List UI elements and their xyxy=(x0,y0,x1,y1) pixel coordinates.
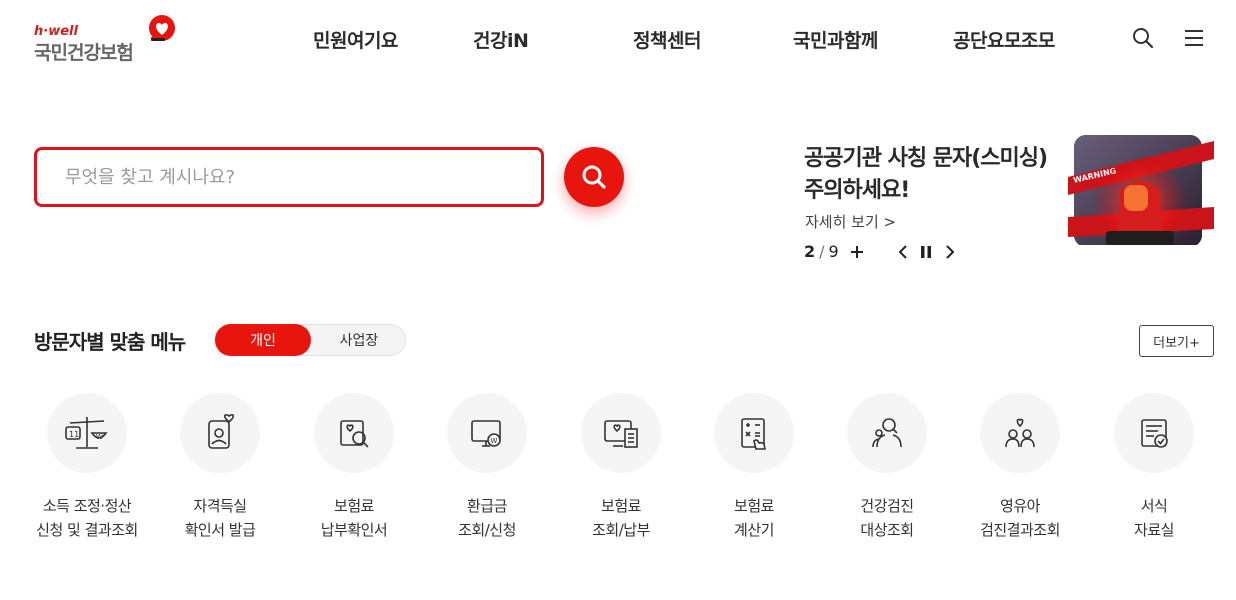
menu-icon[interactable] xyxy=(1182,26,1206,50)
visitor-menu-title: 방문자별 맞춤 메뉴 xyxy=(34,330,186,354)
calculator-icon xyxy=(741,418,766,450)
menu-label: 건강검진 대상조회 xyxy=(820,494,954,542)
main-navigation: 민원여기요 건강iN 정책센터 국민과함께 공단요모조모 xyxy=(0,26,1236,56)
menu-label-line1: 자격득실 xyxy=(193,497,247,515)
scale-icon: 11 W xyxy=(65,417,108,449)
menu-label-line1: 영유아 xyxy=(1000,497,1040,515)
children-icon xyxy=(1005,418,1035,448)
menu-icon-circle xyxy=(314,393,394,473)
nav-item-with-citizens[interactable]: 국민과함께 xyxy=(793,26,878,53)
toggle-individual[interactable]: 개인 xyxy=(215,324,311,356)
menu-label-line1: 보험료 xyxy=(601,497,641,515)
menu-label-line2: 확인서 발급 xyxy=(184,521,256,539)
svg-text:W: W xyxy=(491,437,498,445)
menu-icon-circle xyxy=(1114,393,1194,473)
search-button-icon xyxy=(582,165,606,189)
chevron-right-icon xyxy=(946,245,955,259)
pause-icon xyxy=(921,246,931,258)
nav-item-health-in[interactable]: 건강iN xyxy=(473,26,529,53)
menu-item-qualification-certificate[interactable]: 자격득실 확인서 발급 xyxy=(153,393,287,553)
menu-item-payment-certificate[interactable]: 보험료 납부확인서 xyxy=(287,393,421,553)
menu-icon-circle xyxy=(980,393,1060,473)
search-button[interactable] xyxy=(564,147,624,207)
menu-icon-circle xyxy=(714,393,794,473)
banner-expand-button[interactable] xyxy=(846,240,868,264)
nav-item-civil-service[interactable]: 민원여기요 xyxy=(313,26,398,53)
svg-text:11: 11 xyxy=(69,430,79,439)
menu-label-line2: 신청 및 결과조회 xyxy=(36,521,138,539)
menu-icon-circle xyxy=(847,393,927,473)
menu-icon-circle: W xyxy=(447,393,527,473)
svg-text:W: W xyxy=(96,433,103,441)
menu-label: 자격득실 확인서 발급 xyxy=(153,494,287,542)
menu-label-line1: 보험료 xyxy=(734,497,774,515)
menu-label: 영유아 검진결과조회 xyxy=(953,494,1087,542)
menu-label-line2: 조회/납부 xyxy=(592,521,650,539)
visitor-type-toggle: 개인 사업장 xyxy=(214,324,406,356)
document-search-icon xyxy=(340,420,369,448)
menu-label: 보험료 납부확인서 xyxy=(287,494,421,542)
menu-label-line1: 소득 조정·정산 xyxy=(42,497,132,515)
menu-item-health-checkup[interactable]: 건강검진 대상조회 xyxy=(820,393,954,553)
menu-label: 보험료 계산기 xyxy=(687,494,821,542)
banner-counter: 2/9 xyxy=(804,242,839,261)
person-search-icon xyxy=(872,418,902,448)
warning-siren-image: WARNING xyxy=(1068,135,1214,245)
menu-icon-circle xyxy=(180,393,260,473)
banner-more-link[interactable]: 자세히 보기 > xyxy=(805,211,896,232)
banner-pause-button[interactable] xyxy=(915,240,937,264)
menu-label-line1: 보험료 xyxy=(334,497,374,515)
nav-item-about[interactable]: 공단요모조모 xyxy=(953,26,1055,53)
menu-label: 환급금 조회/신청 xyxy=(420,494,554,542)
search-icon[interactable] xyxy=(1131,26,1155,50)
menu-item-forms-library[interactable]: 서식 자료실 xyxy=(1087,393,1221,553)
banner-title-line1: 공공기관 사칭 문자(스미싱) xyxy=(804,146,1048,171)
menu-item-infant-checkup[interactable]: 영유아 검진결과조회 xyxy=(953,393,1087,553)
chevron-left-icon xyxy=(898,245,907,259)
menu-label-line1: 환급금 xyxy=(467,497,507,515)
menu-item-premium-calculator[interactable]: 보험료 계산기 xyxy=(687,393,821,553)
banner-total: 9 xyxy=(828,242,839,261)
menu-label-line2: 대상조회 xyxy=(860,521,914,539)
menu-label: 보험료 조회/납부 xyxy=(554,494,688,542)
banner-image[interactable]: WARNING xyxy=(1068,133,1214,245)
menu-label: 소득 조정·정산 신청 및 결과조회 xyxy=(20,494,154,542)
nav-item-policy-center[interactable]: 정책센터 xyxy=(633,26,701,53)
toggle-business[interactable]: 사업장 xyxy=(311,325,407,355)
search-input[interactable] xyxy=(37,150,541,204)
more-button[interactable]: 더보기+ xyxy=(1139,325,1214,357)
menu-label-line2: 납부확인서 xyxy=(320,521,388,539)
menu-item-premium-inquiry[interactable]: 보험료 조회/납부 xyxy=(554,393,688,553)
menu-label-line1: 서식 xyxy=(1140,497,1168,515)
menu-label-line1: 건강검진 xyxy=(860,497,914,515)
menu-label-line2: 검진결과조회 xyxy=(980,521,1060,539)
id-card-icon xyxy=(208,414,235,449)
menu-label-line2: 자료실 xyxy=(1134,521,1174,539)
menu-label-line2: 조회/신청 xyxy=(458,521,516,539)
form-check-icon xyxy=(1141,419,1168,448)
banner-counter-separator: / xyxy=(819,242,825,261)
banner-next-button[interactable] xyxy=(939,240,961,264)
plus-icon xyxy=(851,246,863,258)
menu-item-income-adjustment[interactable]: 11 W 소득 조정·정산 신청 및 결과조회 xyxy=(20,393,154,553)
banner-title-line2: 주의하세요! xyxy=(804,178,910,203)
banner-prev-button[interactable] xyxy=(892,240,914,264)
menu-icon-circle xyxy=(581,393,661,473)
monitor-won-icon: W xyxy=(471,420,501,447)
menu-label: 서식 자료실 xyxy=(1087,494,1221,542)
monitor-receipt-icon xyxy=(604,420,638,448)
banner-title[interactable]: 공공기관 사칭 문자(스미싱) 주의하세요! xyxy=(804,143,1064,207)
menu-icon-circle: 11 W xyxy=(47,393,127,473)
search-box xyxy=(34,147,544,207)
menu-label-line2: 계산기 xyxy=(734,521,774,539)
banner-current: 2 xyxy=(804,242,816,261)
menu-item-refund[interactable]: W 환급금 조회/신청 xyxy=(420,393,554,553)
